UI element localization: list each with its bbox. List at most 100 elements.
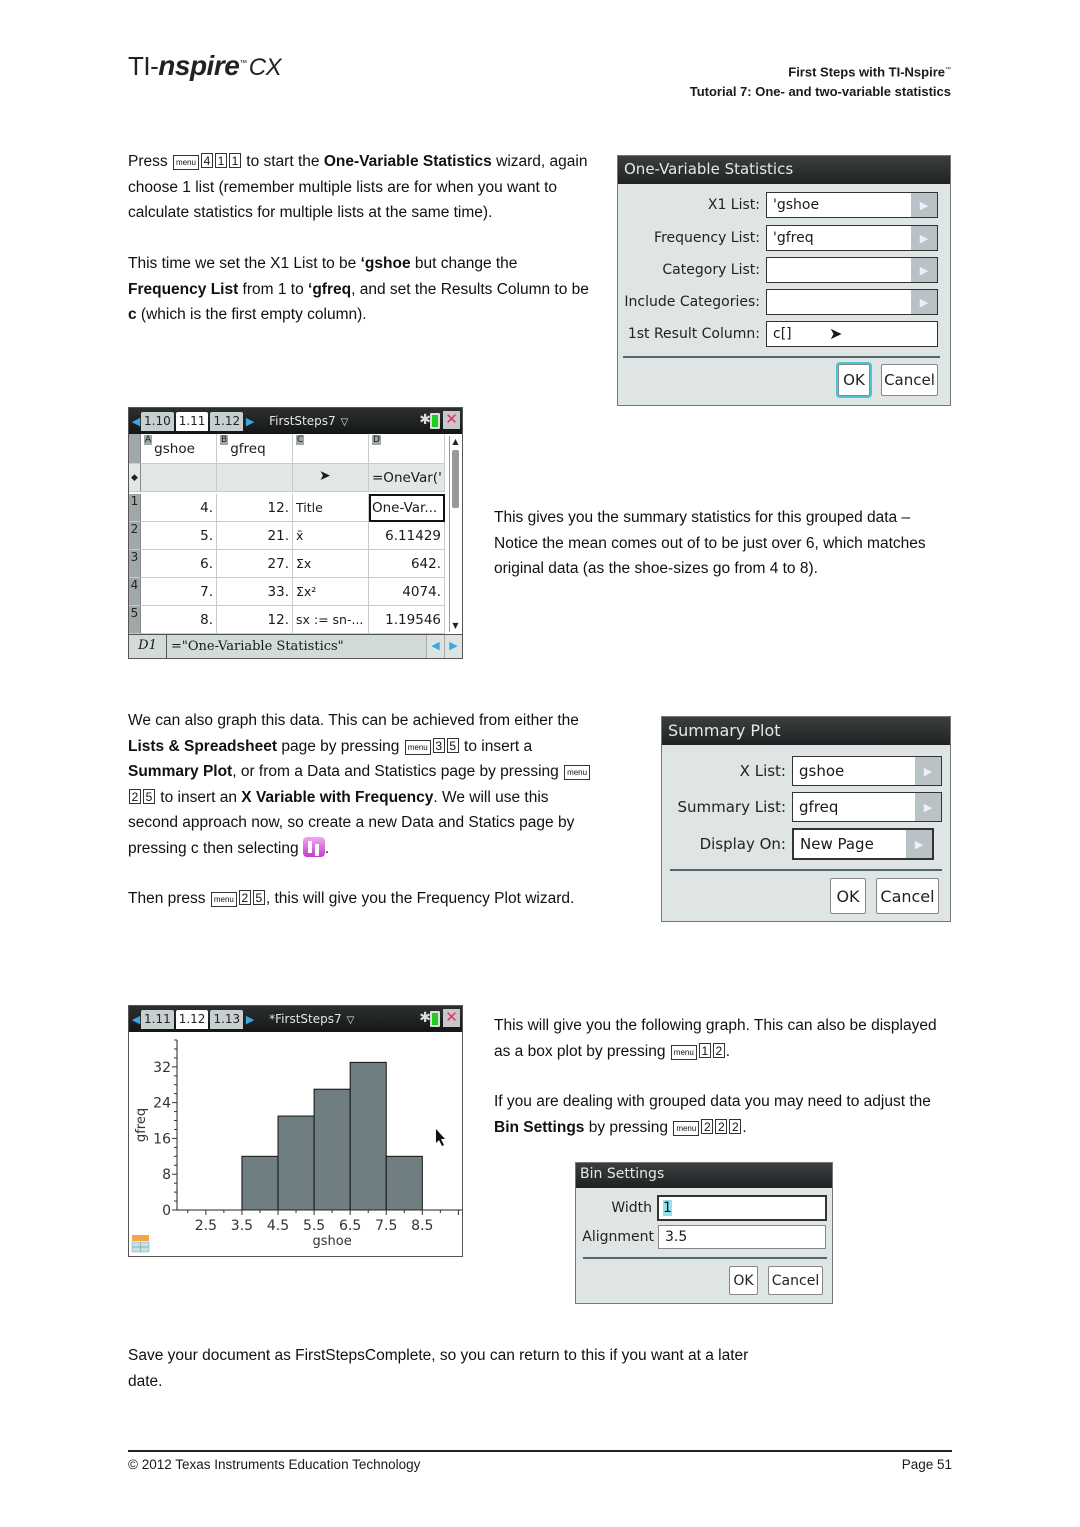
cell-d-selected[interactable]: One-Var...: [369, 494, 445, 522]
page-tab-active[interactable]: 1.12: [175, 1009, 209, 1029]
cell-c[interactable]: Title: [293, 494, 369, 522]
formula-cell-b[interactable]: [217, 464, 293, 492]
cell-b[interactable]: 21.: [217, 522, 293, 550]
dropdown-arrow-icon[interactable]: ▶: [911, 290, 937, 314]
scroll-down-icon[interactable]: ▼: [450, 620, 461, 632]
page-tab[interactable]: 1.11: [141, 1009, 174, 1029]
formula-cell-a[interactable]: [141, 464, 217, 492]
menu-key-icon: menu: [670, 1044, 697, 1060]
prev-page-arrow-icon[interactable]: ◀: [131, 415, 141, 428]
dropdown-arrow-icon[interactable]: ▶: [911, 258, 937, 282]
row-number[interactable]: 5: [129, 606, 141, 634]
ti-nspire-cx-logo: TI-nspire™CX: [128, 50, 282, 82]
spreadsheet-toggle-icon[interactable]: [131, 1235, 150, 1253]
next-page-arrow-icon[interactable]: ▶: [245, 1013, 255, 1026]
cell-a[interactable]: 4.: [141, 494, 217, 522]
cell-b[interactable]: 12.: [217, 606, 293, 634]
cell-c[interactable]: Σx²: [293, 578, 369, 606]
ok-button[interactable]: OK: [830, 878, 866, 914]
cell-a[interactable]: 5.: [141, 522, 217, 550]
close-icon[interactable]: ✕: [443, 1009, 460, 1027]
cell-c[interactable]: x̄: [293, 522, 369, 550]
vertical-scrollbar[interactable]: ▲ ▼: [449, 436, 461, 632]
paragraph-frequency-wizard: Then press menu 2 5, this will give you th…: [128, 886, 598, 912]
display-on-dropdown[interactable]: New Page ▶: [792, 828, 934, 860]
page-tab[interactable]: 1.10: [141, 411, 174, 431]
table-row: 5 8. 12. sx := sn-... 1.19546: [129, 606, 445, 634]
cancel-button[interactable]: Cancel: [768, 1266, 823, 1295]
histogram-bar[interactable]: [349, 1061, 387, 1211]
cell-a[interactable]: 8.: [141, 606, 217, 634]
cell-d[interactable]: 6.11429: [369, 522, 445, 550]
column-header-d[interactable]: D: [369, 434, 445, 464]
cell-d[interactable]: 642.: [369, 550, 445, 578]
formula-cell-c[interactable]: ➤: [293, 464, 369, 492]
cell-c[interactable]: sx := sn-...: [293, 606, 369, 634]
document-name[interactable]: FirstSteps7 ▽: [269, 414, 348, 428]
cell-a[interactable]: 7.: [141, 578, 217, 606]
summary-list-dropdown[interactable]: gfreq ▶: [792, 792, 942, 822]
close-icon[interactable]: ✕: [443, 411, 460, 429]
histogram-bar[interactable]: [241, 1155, 279, 1211]
entry-right-arrow-icon[interactable]: ▶: [444, 635, 462, 658]
alignment-input[interactable]: 3.5: [658, 1225, 826, 1249]
logo-nspire: nspire: [158, 50, 240, 81]
page-tab-active[interactable]: 1.11: [175, 411, 209, 431]
field-row-frequency-list: Frequency List: 'gfreq ▶: [618, 225, 938, 251]
ok-button[interactable]: OK: [836, 362, 872, 398]
cell-b[interactable]: 12.: [217, 494, 293, 522]
scrollbar-thumb[interactable]: [452, 450, 459, 508]
page-tab[interactable]: 1.13: [210, 1009, 244, 1029]
include-categories-dropdown[interactable]: ▶: [766, 289, 938, 315]
row-number[interactable]: 1: [129, 494, 141, 522]
x1-list-dropdown[interactable]: 'gshoe ▶: [766, 192, 938, 218]
cell-d[interactable]: 4074.: [369, 578, 445, 606]
histogram-bar[interactable]: [313, 1088, 351, 1211]
menu-key-icon: menu: [210, 892, 237, 907]
scroll-up-icon[interactable]: ▲: [450, 436, 461, 448]
y-tick-label: 32: [153, 1060, 171, 1076]
cell-c[interactable]: Σx: [293, 550, 369, 578]
dropdown-arrow-icon[interactable]: ▶: [911, 193, 937, 217]
ok-button[interactable]: OK: [729, 1266, 758, 1295]
entry-left-arrow-icon[interactable]: ◀: [426, 635, 444, 658]
dropdown-arrow-icon[interactable]: ▶: [906, 830, 932, 858]
column-header-b[interactable]: Bgfreq: [217, 434, 293, 464]
entry-line[interactable]: D1 ="One-Variable Statistics" ◀ ▶: [129, 634, 462, 658]
page-tab[interactable]: 1.12: [210, 411, 244, 431]
key-5-icon: 5: [446, 737, 459, 753]
cell-b[interactable]: 33.: [217, 578, 293, 606]
key-2-icon: 2: [715, 1118, 728, 1134]
dropdown-arrow-icon[interactable]: ▶: [911, 226, 937, 250]
cell-a[interactable]: 6.: [141, 550, 217, 578]
row-number[interactable]: 3: [129, 550, 141, 578]
field-row-alignment: Alignment 3.5: [576, 1225, 826, 1249]
dropdown-arrow-icon[interactable]: ▶: [915, 793, 941, 821]
cancel-button[interactable]: Cancel: [876, 878, 939, 914]
dropdown-arrow-icon[interactable]: ▶: [915, 757, 941, 785]
histogram-bar[interactable]: [277, 1115, 315, 1211]
width-input[interactable]: 1: [657, 1195, 827, 1221]
next-page-arrow-icon[interactable]: ▶: [245, 415, 255, 428]
one-variable-statistics-dialog: One-Variable Statistics X1 List: 'gshoe ▶…: [617, 155, 951, 406]
category-list-dropdown[interactable]: ▶: [766, 257, 938, 283]
cell-b[interactable]: 27.: [217, 550, 293, 578]
result-column-input[interactable]: c[] ➤: [766, 321, 938, 347]
formula-cell-d[interactable]: =OneVar(': [369, 464, 445, 492]
row-number[interactable]: 2: [129, 522, 141, 550]
cell-d[interactable]: 1.19546: [369, 606, 445, 634]
row-number[interactable]: 4: [129, 578, 141, 606]
frequency-list-dropdown[interactable]: 'gfreq ▶: [766, 225, 938, 251]
document-name[interactable]: *FirstSteps7 ▽: [269, 1012, 354, 1026]
x-list-dropdown[interactable]: gshoe ▶: [792, 756, 942, 786]
text: by pressing: [584, 1118, 673, 1136]
histogram-bar[interactable]: [385, 1155, 423, 1211]
battery-icon: [430, 1011, 440, 1027]
field-label: Include Categories:: [624, 294, 760, 310]
text: to start the: [241, 153, 324, 170]
column-header-c[interactable]: C: [293, 434, 369, 464]
cancel-button[interactable]: Cancel: [881, 364, 938, 396]
prev-page-arrow-icon[interactable]: ◀: [131, 1013, 141, 1026]
column-header-a[interactable]: Agshoe: [141, 434, 217, 464]
entry-text[interactable]: ="One-Variable Statistics": [167, 639, 426, 654]
